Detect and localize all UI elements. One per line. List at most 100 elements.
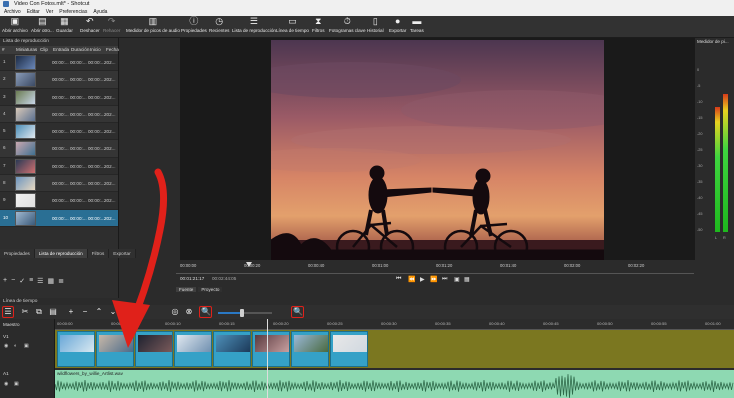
cut-icon[interactable]: ✂ bbox=[20, 307, 30, 317]
current-timecode[interactable]: 00:01:21:17 bbox=[180, 276, 204, 281]
playlist-button[interactable]: ☰ Lista de reproducción bbox=[232, 17, 276, 34]
clip-thumbnail bbox=[138, 335, 172, 352]
grid-icon[interactable]: ▦ bbox=[464, 276, 470, 283]
remove-icon[interactable]: − bbox=[11, 277, 15, 284]
audio-peak-meter-button[interactable]: ▥ Medidor de picos de audio bbox=[126, 17, 180, 34]
zoom-slider[interactable] bbox=[218, 309, 272, 317]
menu-ver[interactable]: Ver bbox=[46, 8, 54, 16]
skip-start-icon[interactable]: ⏮ bbox=[396, 276, 401, 283]
toggle-zoom-icon[interactable]: ▣ bbox=[454, 276, 460, 283]
playlist-row[interactable]: 8 00:00:... 00:00:... 00:00:... 202... bbox=[0, 175, 118, 193]
grid-view-icon[interactable]: ▦ bbox=[47, 277, 54, 285]
append-icon[interactable]: + bbox=[66, 307, 76, 317]
tab-filters[interactable]: Filtros bbox=[87, 249, 110, 258]
video-track-v1[interactable] bbox=[55, 330, 734, 368]
update-icon[interactable]: ≡ bbox=[29, 277, 33, 284]
overwrite-icon[interactable]: ⌄ bbox=[108, 307, 118, 317]
col-duration[interactable]: Duración bbox=[69, 46, 89, 54]
video-clip[interactable] bbox=[213, 331, 251, 367]
playlist-row[interactable]: 2 00:00:... 00:00:... 00:00:... 202... bbox=[0, 71, 118, 89]
play-icon[interactable]: ▶ bbox=[420, 276, 425, 283]
playlist-row[interactable]: 1 00:00:... 00:00:... 00:00:... 202... bbox=[0, 54, 118, 72]
export-button[interactable]: ● Exportar bbox=[389, 17, 406, 34]
row-date: 202... bbox=[104, 129, 116, 135]
playlist-row[interactable]: 7 00:00:... 00:00:... 00:00:... 202... bbox=[0, 158, 118, 176]
col-in[interactable]: Entrada bbox=[51, 46, 69, 54]
add-icon[interactable]: + bbox=[3, 277, 7, 284]
timeline-button[interactable]: ▭ Línea de tiempo bbox=[276, 17, 309, 34]
menu-icon[interactable]: ≣ bbox=[58, 277, 64, 285]
menu-preferencias[interactable]: Preferencias bbox=[59, 8, 87, 16]
redo-button[interactable]: ↷ Rehacer bbox=[103, 17, 120, 34]
tab-playlist[interactable]: Lista de reproducción bbox=[34, 249, 88, 258]
row-start: 00:00:... bbox=[88, 146, 105, 152]
playlist-row[interactable]: 4 00:00:... 00:00:... 00:00:... 202... bbox=[0, 105, 118, 124]
paste-icon[interactable]: ▤ bbox=[48, 307, 58, 317]
lock-icon[interactable]: ▣ bbox=[24, 343, 29, 349]
tab-project[interactable]: Proyecto bbox=[198, 287, 223, 292]
filters-icon: ⧗ bbox=[315, 16, 322, 26]
playlist-row[interactable]: 9 00:00:... 00:00:... 00:00:... 202... bbox=[0, 192, 118, 210]
col-clip[interactable]: Clip bbox=[38, 46, 51, 54]
playlist-row[interactable]: 3 00:00:... 00:00:... 00:00:... 202... bbox=[0, 89, 118, 106]
audio-lock-icon[interactable]: ▣ bbox=[14, 381, 19, 387]
hide-icon[interactable]: ◐ bbox=[14, 343, 17, 349]
jobs-button[interactable]: ▬ Tareas bbox=[410, 17, 424, 34]
video-clip[interactable] bbox=[135, 331, 173, 367]
mute-icon[interactable]: ◉ bbox=[4, 343, 8, 349]
ripple-all-icon[interactable]: ⊗ bbox=[184, 307, 194, 317]
audio-track-a1[interactable]: wildflowers_by_willie_Artlist.wav bbox=[55, 370, 734, 398]
playlist-row[interactable]: 5 00:00:... 00:00:... 00:00:... 202... bbox=[0, 123, 118, 141]
skip-end-icon[interactable]: ⏭ bbox=[442, 276, 447, 283]
check-icon[interactable]: ✓ bbox=[19, 277, 25, 285]
menu-ayuda[interactable]: Ayuda bbox=[93, 8, 107, 16]
video-clip[interactable] bbox=[252, 331, 290, 367]
ripple-delete-icon[interactable]: − bbox=[80, 307, 90, 317]
open-other-button[interactable]: ▤ Abrir otro... bbox=[31, 17, 54, 34]
zoom-slider-handle[interactable] bbox=[240, 309, 245, 317]
col-start[interactable]: Inicio bbox=[88, 46, 104, 54]
history-icon: ▯ bbox=[372, 16, 378, 26]
fast-forward-icon[interactable]: ⏩ bbox=[430, 276, 437, 283]
open-file-button[interactable]: ▣ Abrir archivo bbox=[2, 17, 28, 34]
timeline-ruler[interactable]: 00:00:00 00:00:05 00:00:10 00:00:15 00:00:20… bbox=[55, 319, 734, 330]
filters-button[interactable]: ⧗ Filtros bbox=[312, 16, 325, 34]
tab-export[interactable]: Exportar bbox=[109, 249, 136, 258]
tab-properties[interactable]: Propiedades bbox=[0, 249, 35, 258]
properties-button[interactable]: ⓘ Propiedades bbox=[181, 17, 207, 34]
col-number[interactable]: # bbox=[0, 46, 14, 54]
video-clip[interactable] bbox=[57, 331, 95, 367]
playlist-row[interactable]: 10 00:00:... 00:00:... 00:00:... 202... bbox=[0, 209, 118, 227]
video-clip[interactable] bbox=[330, 331, 368, 367]
save-button[interactable]: ▦ Guardar bbox=[56, 17, 73, 34]
ripple-icon[interactable]: ◎ bbox=[170, 307, 180, 317]
player-ruler-tick: 00:00:00 bbox=[180, 263, 197, 268]
history-button[interactable]: ▯ Historial bbox=[367, 16, 384, 34]
lift-icon[interactable]: ⌃ bbox=[94, 307, 104, 317]
tab-source[interactable]: Fuente bbox=[176, 287, 197, 292]
keyframes-button[interactable]: ⏱ Fotogramas clave bbox=[329, 17, 366, 34]
playlist-row[interactable]: 6 00:00:... 00:00:... 00:00:... 202... bbox=[0, 140, 118, 158]
menu-editar[interactable]: Editar bbox=[27, 8, 40, 16]
player-playhead-marker[interactable] bbox=[246, 262, 252, 267]
player-ruler[interactable]: 00:00:00 00:00:20 00:00:40 00:01:00 00:01:20… bbox=[176, 262, 694, 274]
list-view-icon[interactable]: ☰ bbox=[37, 277, 43, 285]
col-thumbnails[interactable]: Miniaturas bbox=[14, 46, 38, 54]
sunset-couple-image bbox=[271, 40, 604, 260]
timeline-playhead[interactable] bbox=[267, 319, 268, 398]
video-clip[interactable] bbox=[174, 331, 212, 367]
recent-button[interactable]: ◷ Recientes bbox=[209, 17, 229, 34]
video-viewer[interactable] bbox=[180, 38, 694, 260]
menu-archivo[interactable]: Archivo bbox=[4, 8, 21, 16]
playlist-rows: 1 00:00:... 00:00:... 00:00:... 202... 2 00:00… bbox=[0, 54, 118, 227]
copy-icon[interactable]: ⧉ bbox=[34, 307, 44, 317]
video-clip[interactable] bbox=[291, 331, 329, 367]
audio-mute-icon[interactable]: ◉ bbox=[4, 381, 8, 387]
col-date[interactable]: Fecha bbox=[104, 46, 119, 54]
rewind-icon[interactable]: ⏪ bbox=[408, 276, 415, 283]
video-clip[interactable] bbox=[96, 331, 134, 367]
row-thumbnail bbox=[15, 141, 36, 157]
undo-button[interactable]: ↶ Deshacer bbox=[80, 17, 100, 34]
timeline-ruler-tick: 00:01:00 bbox=[705, 321, 721, 326]
split-icon[interactable]: ⫼ bbox=[124, 307, 134, 317]
